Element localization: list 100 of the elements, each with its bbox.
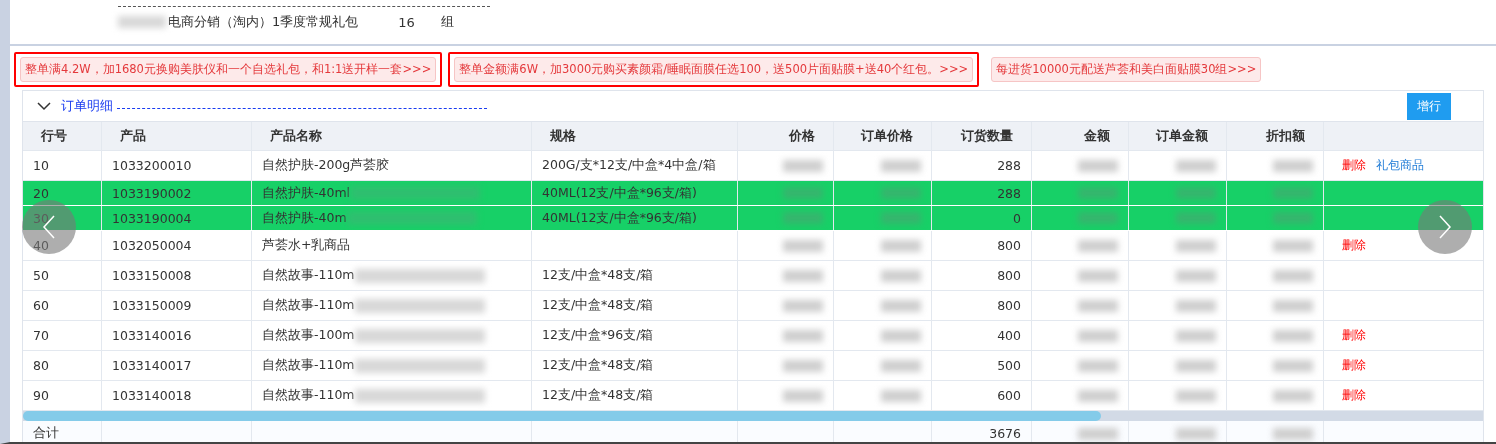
column-header: 折扣额 xyxy=(1227,122,1324,150)
masked-value xyxy=(1176,159,1216,172)
masked-value xyxy=(1273,299,1313,312)
masked-value xyxy=(783,187,823,199)
promotion-tag[interactable]: 整单金额满6W，加3000元购买素颜霜/睡眠面膜任选100，送500片面贴膜+送40个红包。>>> xyxy=(454,56,974,82)
masked-value xyxy=(881,187,921,199)
table-cell: 50 xyxy=(23,261,102,290)
masked-value xyxy=(1176,427,1216,440)
masked-value xyxy=(1078,359,1118,372)
masked-value xyxy=(783,299,823,312)
next-button[interactable] xyxy=(1418,200,1472,254)
chevron-right-icon xyxy=(1438,214,1452,240)
total-label: 合计 xyxy=(23,421,102,442)
masked-value xyxy=(1078,159,1118,172)
masked-value xyxy=(1176,389,1216,402)
masked-value xyxy=(783,239,823,252)
table-cell: 1033140016 xyxy=(102,321,252,350)
delete-link[interactable]: 删除 xyxy=(1342,157,1366,174)
column-header: 订单价格 xyxy=(834,122,932,150)
masked-value xyxy=(1273,187,1313,199)
masked-value xyxy=(1273,212,1313,224)
table-cell: 自然故事-110m xyxy=(262,357,355,374)
table-cell: 70 xyxy=(23,321,102,350)
column-header: 规格 xyxy=(532,122,738,150)
chevron-down-icon[interactable] xyxy=(37,101,51,111)
table-cell: 800 xyxy=(932,261,1032,290)
table-cell: 自然护肤-40ml xyxy=(262,184,351,202)
promotion-tag[interactable]: 每进货10000元配送芦荟和美白面贴膜30组>>> xyxy=(991,56,1262,82)
add-row-button[interactable]: 增行 xyxy=(1407,92,1451,120)
table-cell: 1033140018 xyxy=(102,381,252,410)
table-cell: 1033200010 xyxy=(102,151,252,180)
section-title[interactable]: 订单明细 xyxy=(61,97,113,115)
masked-value xyxy=(881,159,921,172)
masked-value xyxy=(1176,212,1216,224)
delete-link[interactable]: 删除 xyxy=(1342,327,1366,344)
masked-value xyxy=(1078,187,1118,199)
table-cell: 自然护肤-200g芦荟胶 xyxy=(262,157,390,174)
table-cell: 1032050004 xyxy=(102,231,252,260)
masked-value xyxy=(1078,427,1118,440)
table-cell: 1033150008 xyxy=(102,261,252,290)
masked-value xyxy=(783,269,823,282)
masked-value xyxy=(1176,329,1216,342)
table-cell: 600 xyxy=(932,381,1032,410)
masked-value xyxy=(1078,212,1118,224)
masked-value xyxy=(1078,299,1118,312)
masked-value xyxy=(1273,239,1313,252)
table-cell: 1033140017 xyxy=(102,351,252,380)
table-cell: 40ML(12支/中盒*96支/箱) xyxy=(532,206,738,230)
column-header: 行号 xyxy=(23,122,102,150)
masked-value xyxy=(881,359,921,372)
column-header: 价格 xyxy=(738,122,834,150)
masked-value xyxy=(783,389,823,402)
masked-value xyxy=(783,159,823,172)
masked-value xyxy=(1273,269,1313,282)
gift-items-link[interactable]: 礼包商品 xyxy=(1376,157,1424,174)
column-header: 金额 xyxy=(1032,122,1129,150)
table-cell: 288 xyxy=(932,151,1032,180)
scrollbar-thumb[interactable] xyxy=(23,411,1101,421)
package-unit: 组 xyxy=(440,13,454,31)
highlighted-row[interactable]: 30 1033190004 自然护肤-40m 40ML(12支/中盒*96支/箱) 0 xyxy=(23,206,1483,231)
column-header: 产品 xyxy=(102,122,252,150)
table-cell: 自然护肤-40m xyxy=(262,209,347,227)
table-cell: 800 xyxy=(932,231,1032,260)
table-cell: 288 xyxy=(932,181,1032,205)
table-cell: 1033190004 xyxy=(102,206,252,230)
table-cell: 40ML(12支/中盒*96支/箱) xyxy=(532,181,738,205)
total-quantity: 3676 xyxy=(932,421,1032,442)
masked-value xyxy=(881,212,921,224)
table-cell: 500 xyxy=(932,351,1032,380)
table-cell: 1033150009 xyxy=(102,291,252,320)
table-cell: 400 xyxy=(932,321,1032,350)
masked-value xyxy=(1078,389,1118,402)
table-cell: 12支/中盒*48支/箱 xyxy=(532,381,738,410)
delete-link[interactable]: 删除 xyxy=(1342,387,1366,404)
masked-value xyxy=(1078,329,1118,342)
highlighted-row[interactable]: 20 1033190002 自然护肤-40ml 40ML(12支/中盒*96支/箱) 288 xyxy=(23,181,1483,206)
table-cell: 80 xyxy=(23,351,102,380)
package-quantity: 16 xyxy=(398,14,415,30)
delete-link[interactable]: 删除 xyxy=(1342,237,1366,254)
table-cell: 12支/中盒*96支/箱 xyxy=(532,321,738,350)
masked-value xyxy=(1176,269,1216,282)
masked-value xyxy=(783,212,823,224)
table-cell: 30 xyxy=(23,206,102,230)
table-cell: 1033190002 xyxy=(102,181,252,205)
promotion-tag[interactable]: 整单满4.2W，加1680元换购美肤仪和一个自选礼包，和1:1送开样一套>>> xyxy=(20,56,437,82)
masked-value xyxy=(1078,269,1118,282)
table-cell: 12支/中盒*48支/箱 xyxy=(532,291,738,320)
table-cell: 10 xyxy=(23,151,102,180)
table-cell: 60 xyxy=(23,291,102,320)
table-cell: 800 xyxy=(932,291,1032,320)
masked-value xyxy=(1273,159,1313,172)
masked-value xyxy=(881,239,921,252)
table-cell: 自然故事-100m xyxy=(262,327,355,344)
masked-value xyxy=(881,269,921,282)
masked-value xyxy=(1273,359,1313,372)
column-header: 订单金额 xyxy=(1129,122,1227,150)
previous-button[interactable] xyxy=(22,200,76,254)
masked-value xyxy=(881,389,921,402)
masked-value xyxy=(1273,389,1313,402)
delete-link[interactable]: 删除 xyxy=(1342,357,1366,374)
